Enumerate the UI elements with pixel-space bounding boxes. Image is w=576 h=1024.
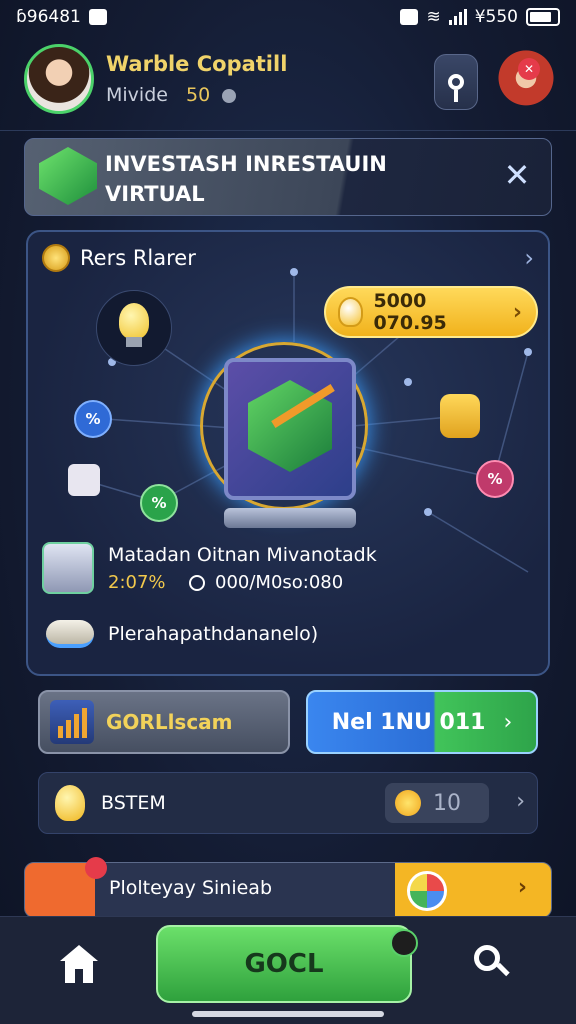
- cloud-icon: [46, 620, 94, 648]
- stat-title: Matadan Oitnan Mivanotadk: [108, 543, 377, 566]
- promo-banner[interactable]: Plolteyay Sinieab ›: [24, 857, 552, 918]
- system-row[interactable]: BSTEM 10 ›: [38, 772, 538, 834]
- device-base: [224, 508, 356, 528]
- invest-banner[interactable]: INVESTASH INRESTAUIN VIRTUAL ✕: [24, 138, 552, 216]
- banner-line-1: INVESTASH INRESTAUIN: [105, 152, 387, 176]
- status-bar: ɓ96481 ≋ ¥550: [0, 0, 576, 34]
- notification-badge: ✕: [518, 58, 540, 80]
- investment-device-icon[interactable]: [224, 358, 356, 500]
- invest-now-label: Nel 1NU 011: [331, 709, 486, 735]
- lock-icon: [440, 394, 480, 438]
- status-left-text: ɓ96481: [16, 7, 81, 27]
- coin-icon: [222, 88, 237, 103]
- user-level: Mivide: [106, 84, 168, 106]
- signal-icon: [448, 9, 467, 25]
- chevron-right-icon[interactable]: ›: [516, 789, 525, 814]
- home-icon[interactable]: [60, 945, 98, 983]
- user-coins: 50: [186, 84, 211, 106]
- chart-icon: [50, 700, 94, 744]
- panel-chevron-icon[interactable]: ›: [524, 244, 534, 272]
- system-count-value: 10: [433, 790, 461, 816]
- notification-icon: [88, 9, 107, 25]
- lightbulb-icon: [55, 785, 85, 821]
- user-name: Warble Copatill: [106, 52, 288, 76]
- banner-title: INVESTASH INRESTAUIN VIRTUAL: [105, 149, 387, 209]
- ball-icon: [407, 871, 447, 911]
- user-sub: Mivide 50: [106, 84, 237, 106]
- chevron-right-icon: ›: [517, 875, 527, 900]
- gold-coin-icon: [42, 244, 70, 272]
- home-indicator[interactable]: [192, 1011, 384, 1017]
- promo-badge: [85, 857, 107, 879]
- node-blue[interactable]: %: [74, 400, 112, 438]
- panel-title: Rers Rlarer: [80, 246, 196, 270]
- stat-value: 000/M0so:080: [215, 571, 344, 593]
- promo-label: Plolteyay Sinieab: [109, 877, 273, 899]
- node-green[interactable]: %: [140, 484, 178, 522]
- banner-line-2: VIRTUAL: [105, 182, 205, 206]
- chevron-right-icon: ›: [503, 709, 513, 735]
- app-status-icon: [400, 9, 419, 25]
- chevron-right-icon: ›: [512, 299, 522, 325]
- info-text: Plerahapathdananelo): [108, 623, 319, 645]
- status-right-text: ¥550: [474, 7, 518, 27]
- analytics-button[interactable]: GORLlscam: [38, 690, 290, 754]
- value-amount: 5000 070.95: [373, 290, 447, 334]
- bottom-nav: GOCL: [0, 916, 576, 1024]
- battery-icon: [526, 8, 560, 26]
- search-icon[interactable]: [474, 945, 510, 981]
- stat-row: Matadan Oitnan Mivanotadk 2:07% 000/M0so…: [42, 542, 377, 594]
- wifi-icon: ≋: [426, 7, 441, 27]
- ban-icon: [189, 574, 206, 591]
- profile-header: Warble Copatill Mivide 50 ✕: [0, 40, 576, 124]
- investment-panel: Rers Rlarer › 5000 070.95 › % % % Matada…: [26, 230, 550, 676]
- header-divider: [0, 130, 576, 131]
- invest-now-button[interactable]: Nel 1NU 011 ›: [306, 690, 538, 754]
- gem-icon: [39, 147, 97, 205]
- friend-avatar[interactable]: ✕: [496, 50, 556, 112]
- system-label: BSTEM: [101, 792, 166, 814]
- key-icon: [448, 74, 464, 102]
- system-count: 10: [385, 783, 489, 823]
- go-button[interactable]: GOCL: [156, 925, 412, 1003]
- idea-bulb-icon: [96, 290, 172, 366]
- bulb-icon: [338, 297, 364, 327]
- node-card-icon: [68, 464, 100, 496]
- go-badge-icon: [390, 929, 418, 957]
- key-button[interactable]: [434, 54, 478, 110]
- analytics-label: GORLlscam: [106, 710, 233, 734]
- avatar[interactable]: [24, 44, 94, 114]
- stat-percent: 2:07%: [108, 571, 166, 593]
- info-row: Plerahapathdananelo): [46, 620, 318, 648]
- sun-icon: [395, 790, 421, 816]
- node-pink[interactable]: %: [476, 460, 514, 498]
- dice-icon: [42, 542, 94, 594]
- panel-header[interactable]: Rers Rlarer: [42, 244, 196, 272]
- close-button[interactable]: ✕: [499, 157, 535, 193]
- value-pill[interactable]: 5000 070.95 ›: [324, 286, 538, 338]
